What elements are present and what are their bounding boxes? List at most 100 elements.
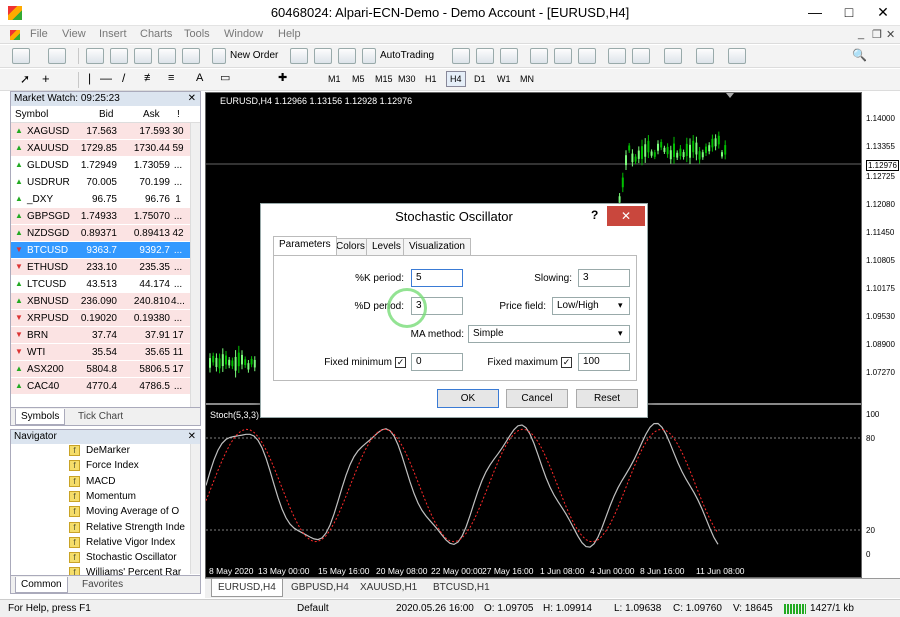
- new-order-icon[interactable]: [212, 48, 226, 64]
- trendline-icon[interactable]: /: [122, 71, 125, 85]
- navigator-item[interactable]: f DeMarker: [69, 445, 130, 460]
- navigator-item[interactable]: f Moving Average of O: [69, 506, 179, 521]
- tile-windows-icon[interactable]: [578, 48, 596, 64]
- fixed-minimum-checkbox[interactable]: ✓: [395, 357, 406, 368]
- market-watch-row[interactable]: ▲ NZDSGD 0.89371 0.89413 42: [11, 225, 200, 242]
- tab-symbols[interactable]: Symbols: [15, 409, 66, 425]
- strategy-tester-icon[interactable]: [182, 48, 200, 64]
- market-watch-icon[interactable]: [86, 48, 104, 64]
- close-button[interactable]: ✕: [868, 0, 898, 26]
- new-chart-icon[interactable]: [12, 48, 30, 64]
- child-restore-button[interactable]: ❐: [872, 28, 882, 41]
- market-icon[interactable]: [338, 48, 356, 64]
- timeframe-d1[interactable]: D1: [474, 74, 486, 84]
- market-watch-row[interactable]: ▲ ASX200 5804.8 5806.5 17: [11, 361, 200, 378]
- timeframe-mn[interactable]: MN: [520, 74, 534, 84]
- horizontal-line-icon[interactable]: —: [100, 71, 112, 85]
- text-label-icon[interactable]: ▭: [220, 71, 230, 84]
- ok-button[interactable]: OK: [437, 389, 499, 408]
- menu-insert[interactable]: Insert: [99, 28, 127, 40]
- cursor-icon[interactable]: ➚: [20, 72, 30, 86]
- fixed-minimum-input[interactable]: 0: [411, 353, 463, 371]
- market-watch-row[interactable]: ▲ GLDUSD 1.72949 1.73059 ...: [11, 157, 200, 174]
- help-button[interactable]: ?: [591, 208, 598, 222]
- market-watch-row[interactable]: ▼ WTI 35.54 35.65 11: [11, 344, 200, 361]
- vertical-line-icon[interactable]: |: [88, 71, 91, 85]
- line-chart-icon[interactable]: [500, 48, 518, 64]
- candlestick-icon[interactable]: [476, 48, 494, 64]
- menu-help[interactable]: Help: [278, 28, 301, 40]
- navigator-item[interactable]: f MACD: [69, 475, 115, 491]
- text-icon[interactable]: A: [196, 72, 203, 84]
- autotrading-icon[interactable]: [362, 48, 376, 64]
- data-window-icon[interactable]: [110, 48, 128, 64]
- market-watch-row[interactable]: ▲ CAC40 4770.4 4786.5 ...: [11, 378, 200, 395]
- menu-view[interactable]: View: [62, 28, 86, 40]
- tab-xauusd-h1[interactable]: XAUUSD,H1: [360, 582, 417, 593]
- tab-btcusd-h1[interactable]: BTCUSD,H1: [433, 582, 490, 593]
- column-symbol[interactable]: Symbol: [15, 109, 48, 120]
- market-watch-row[interactable]: ▲ XAGUSD 17.563 17.593 30: [11, 123, 200, 140]
- zoom-in-icon[interactable]: [530, 48, 548, 64]
- dialog-close-button[interactable]: ✕: [607, 206, 645, 226]
- metaeditor-icon[interactable]: [290, 48, 308, 64]
- k-period-input[interactable]: 5: [411, 269, 463, 287]
- market-watch-row[interactable]: ▲ XAUUSD 1729.85 1730.44 59: [11, 140, 200, 157]
- navigator-item[interactable]: f Stochastic Oscillator: [69, 552, 177, 567]
- navigator-item[interactable]: f Relative Strength Inde: [69, 521, 185, 537]
- market-watch-row[interactable]: ▲ _DXY 96.75 96.76 1: [11, 191, 200, 208]
- tab-favorites[interactable]: Favorites: [77, 577, 128, 593]
- close-icon[interactable]: ✕: [188, 430, 196, 444]
- navigator-scrollbar[interactable]: [190, 444, 200, 574]
- navigator-icon[interactable]: [134, 48, 152, 64]
- tab-eurusd-h4[interactable]: EURUSD,H4: [211, 579, 283, 597]
- market-watch-row[interactable]: ▼ BTCUSD 9363.7 9392.7 ...: [11, 242, 200, 259]
- menu-file[interactable]: File: [30, 28, 48, 40]
- zoom-out-icon[interactable]: [554, 48, 572, 64]
- ma-method-select[interactable]: Simple: [468, 325, 630, 343]
- reset-button[interactable]: Reset: [576, 389, 638, 408]
- signals-icon[interactable]: [314, 48, 332, 64]
- column-bid[interactable]: Bid: [99, 109, 113, 120]
- templates-icon[interactable]: [728, 48, 746, 64]
- arrows-icon[interactable]: ✚: [278, 71, 287, 84]
- market-watch-row[interactable]: ▲ XBNUSD 236.090 240.810 4...: [11, 293, 200, 310]
- navigator-item[interactable]: f Momentum: [69, 490, 136, 506]
- child-minimize-button[interactable]: _: [858, 28, 864, 40]
- minimize-button[interactable]: —: [800, 0, 830, 26]
- slowing-input[interactable]: 3: [578, 269, 630, 287]
- market-watch-scrollbar[interactable]: [190, 123, 200, 413]
- cancel-button[interactable]: Cancel: [506, 389, 568, 408]
- periods-icon[interactable]: [696, 48, 714, 64]
- timeframe-m30[interactable]: M30: [398, 74, 416, 84]
- autoscroll-icon[interactable]: [632, 48, 650, 64]
- timeframe-h4[interactable]: H4: [446, 71, 466, 87]
- navigator-item[interactable]: f Force Index: [69, 460, 139, 475]
- new-order-button[interactable]: New Order: [230, 50, 278, 61]
- timeframe-h1[interactable]: H1: [425, 74, 437, 84]
- timeframe-m5[interactable]: M5: [352, 74, 365, 84]
- tab-levels[interactable]: Levels: [366, 238, 407, 255]
- market-watch-row[interactable]: ▼ ETHUSD 233.10 235.35 ...: [11, 259, 200, 276]
- autotrading-button[interactable]: AutoTrading: [380, 50, 434, 61]
- market-watch-row[interactable]: ▼ BRN 37.74 37.91 17: [11, 327, 200, 344]
- fibonacci-icon[interactable]: ≡: [168, 72, 174, 84]
- crosshair-icon[interactable]: +: [42, 71, 50, 86]
- tab-tick-chart[interactable]: Tick Chart: [73, 409, 128, 425]
- tab-visualization[interactable]: Visualization: [403, 238, 471, 255]
- maximize-button[interactable]: □: [834, 0, 864, 26]
- fixed-maximum-input[interactable]: 100: [578, 353, 630, 371]
- profiles-icon[interactable]: [48, 48, 66, 64]
- market-watch-row[interactable]: ▲ LTCUSD 43.513 44.174 ...: [11, 276, 200, 293]
- menu-charts[interactable]: Charts: [140, 28, 172, 40]
- timeframe-m15[interactable]: M15: [375, 74, 393, 84]
- chart-shift-icon[interactable]: [608, 48, 626, 64]
- navigator-item[interactable]: f Relative Vigor Index: [69, 536, 175, 552]
- timeframe-w1[interactable]: W1: [497, 74, 511, 84]
- child-close-button[interactable]: ✕: [886, 28, 895, 41]
- column-spread[interactable]: !: [177, 109, 180, 120]
- market-watch-row[interactable]: ▼ XRPUSD 0.19020 0.19380 ...: [11, 310, 200, 327]
- equidistant-channel-icon[interactable]: ≢: [144, 72, 155, 84]
- menu-window[interactable]: Window: [224, 28, 263, 40]
- menu-tools[interactable]: Tools: [184, 28, 210, 40]
